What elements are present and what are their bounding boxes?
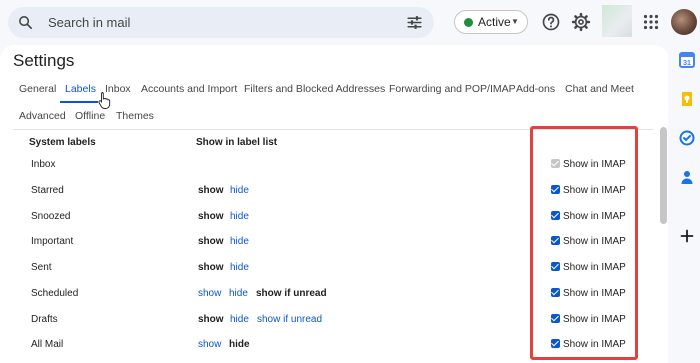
promo-thumbnail[interactable] <box>602 5 632 37</box>
tab-themes[interactable]: Themes <box>116 110 154 122</box>
active-tab-indicator <box>60 101 98 103</box>
hide-link[interactable]: hide <box>230 211 249 222</box>
hide-link[interactable]: hide <box>229 288 248 299</box>
tab-labels[interactable]: Labels <box>65 83 96 95</box>
show-option-selected: show <box>198 185 224 196</box>
tab-general[interactable]: General <box>19 83 56 95</box>
show-link[interactable]: show <box>198 339 221 350</box>
svg-text:31: 31 <box>683 60 691 67</box>
avatar[interactable] <box>671 9 697 35</box>
hide-link[interactable]: hide <box>230 236 249 247</box>
page-title: Settings <box>13 51 75 70</box>
status-label: Active <box>478 15 511 29</box>
status-selector[interactable]: Active ▼ <box>454 10 528 34</box>
label-row-all-mail: All Mail <box>31 339 64 350</box>
hide-link[interactable]: hide <box>230 185 249 196</box>
label-row-starred: Starred <box>31 185 64 196</box>
cursor-hand-icon <box>98 92 111 109</box>
tune-icon[interactable] <box>406 14 423 31</box>
label-row-important: Important <box>31 236 74 247</box>
contacts-icon[interactable] <box>679 169 695 185</box>
show-if-unread-option-selected: show if unread <box>256 288 327 299</box>
label-row-scheduled: Scheduled <box>31 288 79 299</box>
chevron-down-icon: ▼ <box>511 17 519 26</box>
scrollbar-thumb[interactable] <box>660 127 667 224</box>
label-row-drafts: Drafts <box>31 314 58 325</box>
label-row-inbox: Inbox <box>31 159 56 170</box>
gear-icon[interactable] <box>571 12 591 32</box>
show-option-selected: show <box>198 262 224 273</box>
apps-grid-icon[interactable] <box>643 14 659 30</box>
search-input[interactable]: Search in mail <box>48 15 130 30</box>
calendar-icon[interactable]: 31 <box>679 52 695 68</box>
search-icon[interactable] <box>17 14 34 31</box>
keep-icon[interactable] <box>679 91 695 107</box>
status-dot <box>464 18 473 27</box>
show-if-unread-link[interactable]: show if unread <box>257 314 322 325</box>
tab-chat-and-meet[interactable]: Chat and Meet <box>565 83 634 95</box>
tab-forwarding-and-pop-imap[interactable]: Forwarding and POP/IMAP <box>389 83 516 95</box>
hide-link[interactable]: hide <box>230 262 249 273</box>
column-header-show-in-label-list: Show in label list <box>196 137 278 148</box>
show-link[interactable]: show <box>198 288 221 299</box>
hide-link[interactable]: hide <box>230 314 249 325</box>
show-option-selected: show <box>198 314 224 325</box>
search-bar[interactable]: Search in mail <box>8 7 434 38</box>
tasks-icon[interactable] <box>679 130 695 146</box>
label-row-snoozed: Snoozed <box>31 211 71 222</box>
show-option-selected: show <box>198 211 224 222</box>
tab-offline[interactable]: Offline <box>75 110 105 122</box>
label-row-sent: Sent <box>31 262 52 273</box>
help-icon[interactable] <box>541 12 561 32</box>
add-icon[interactable] <box>679 228 695 244</box>
hide-option-selected: hide <box>229 339 250 350</box>
tab-filters-and-blocked-addresses[interactable]: Filters and Blocked Addresses <box>244 83 385 95</box>
tab-add-ons[interactable]: Add-ons <box>516 83 555 95</box>
tab-advanced[interactable]: Advanced <box>19 110 66 122</box>
column-header-system-labels: System labels <box>29 137 96 148</box>
imap-column-highlight <box>530 126 638 360</box>
show-option-selected: show <box>198 236 224 247</box>
tab-accounts-and-import[interactable]: Accounts and Import <box>141 83 237 95</box>
